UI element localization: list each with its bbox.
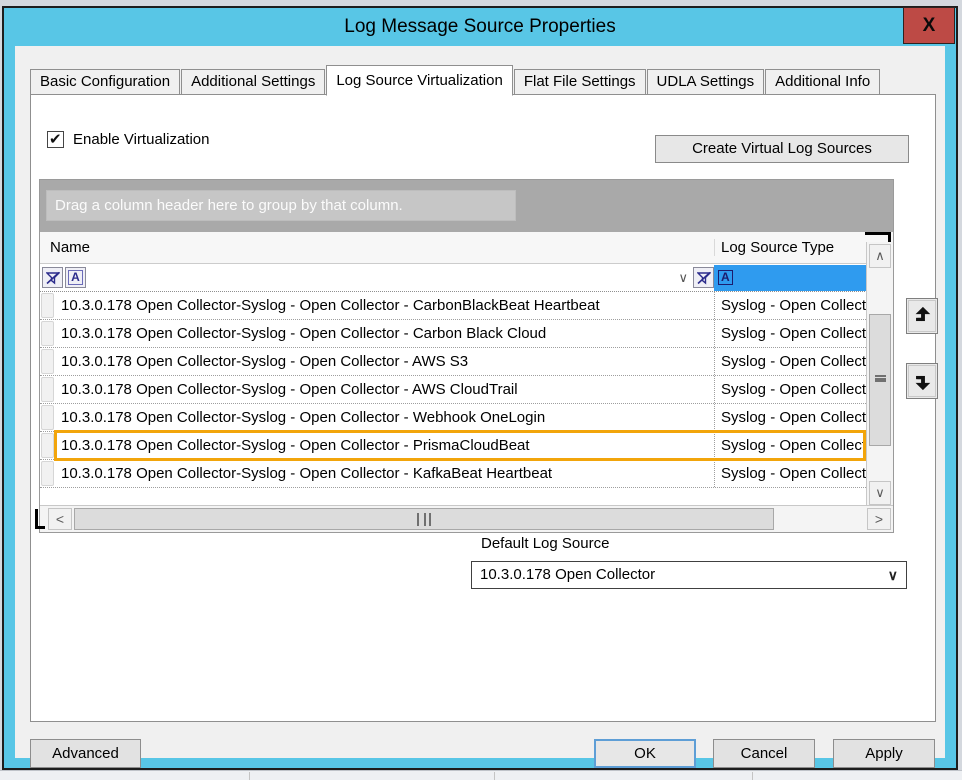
tab-additional-info[interactable]: Additional Info	[765, 69, 880, 95]
tab-basic-configuration[interactable]: Basic Configuration	[30, 69, 180, 95]
default-log-source-select[interactable]: 10.3.0.178 Open Collector ∨	[471, 561, 907, 589]
tab-strip: Basic ConfigurationAdditional SettingsLo…	[30, 64, 881, 95]
row-type-cell[interactable]: Syslog - Open Collector	[714, 404, 866, 431]
background-strip	[0, 770, 962, 780]
enable-virtualization-label: Enable Virtualization	[73, 131, 209, 148]
row-name-cell[interactable]: 10.3.0.178 Open Collector-Syslog - Open …	[55, 404, 714, 431]
row-selector[interactable]	[41, 293, 54, 318]
chevron-down-icon: ∨	[888, 562, 898, 588]
row-selector[interactable]	[41, 377, 54, 402]
column-header-name[interactable]: Name	[50, 239, 90, 256]
titlebar[interactable]: Log Message Source Properties X	[4, 8, 956, 46]
group-by-band[interactable]: Drag a column header here to group by th…	[40, 180, 893, 232]
vertical-scrollbar[interactable]: ∧ ∨	[866, 242, 893, 507]
row-selector[interactable]	[41, 349, 54, 374]
bent-arrow-down-icon	[911, 370, 933, 392]
thumb-grip	[417, 513, 431, 526]
text-filter-icon[interactable]: A	[65, 267, 86, 288]
row-type-cell[interactable]: Syslog - Open Collector	[714, 432, 866, 459]
bent-arrow-up-icon	[911, 305, 933, 327]
scroll-left-icon[interactable]: <	[48, 508, 72, 530]
row-type-cell[interactable]: Syslog - Open Collector	[714, 460, 866, 487]
table-row[interactable]: 10.3.0.178 Open Collector-Syslog - Open …	[40, 460, 866, 488]
scroll-up-icon[interactable]: ∧	[869, 244, 891, 268]
default-log-source-value: 10.3.0.178 Open Collector	[480, 566, 655, 583]
row-selector[interactable]	[41, 405, 54, 430]
scroll-corner-mark	[35, 509, 45, 529]
move-up-button[interactable]	[906, 298, 938, 334]
chevron-down-icon[interactable]: ∨	[675, 270, 691, 286]
scroll-right-icon[interactable]: >	[867, 508, 891, 530]
row-name-cell[interactable]: 10.3.0.178 Open Collector-Syslog - Open …	[55, 432, 714, 459]
filter-icon[interactable]	[42, 267, 63, 288]
ok-button[interactable]: OK	[594, 739, 696, 768]
row-selector[interactable]	[41, 321, 54, 346]
row-name-cell[interactable]: 10.3.0.178 Open Collector-Syslog - Open …	[55, 292, 714, 319]
row-type-cell[interactable]: Syslog - Open Collector	[714, 292, 866, 319]
enable-virtualization-checkbox[interactable]	[47, 131, 64, 148]
strip-divider	[249, 772, 250, 780]
grid-filter-row: A ∨ A	[40, 264, 893, 292]
table-row[interactable]: 10.3.0.178 Open Collector-Syslog - Open …	[40, 348, 866, 376]
tab-page-log-source-virtualization: Enable Virtualization Create Virtual Log…	[30, 94, 936, 722]
row-name-cell[interactable]: 10.3.0.178 Open Collector-Syslog - Open …	[55, 376, 714, 403]
header-corner-mark	[865, 232, 891, 242]
log-source-grid: Drag a column header here to group by th…	[39, 179, 894, 533]
type-filter-cell-selected[interactable]: A	[714, 265, 866, 291]
filter-icon[interactable]	[693, 267, 714, 288]
vertical-scroll-thumb[interactable]	[869, 314, 891, 446]
group-by-hint: Drag a column header here to group by th…	[46, 190, 516, 221]
tab-log-source-virtualization[interactable]: Log Source Virtualization	[326, 65, 513, 96]
a-glyph: A	[718, 270, 733, 285]
tab-udla-settings[interactable]: UDLA Settings	[647, 69, 765, 95]
enable-virtualization-row: Enable Virtualization	[47, 131, 209, 148]
table-row[interactable]: 10.3.0.178 Open Collector-Syslog - Open …	[40, 404, 866, 432]
page-title: Log Message Source Properties	[4, 16, 956, 38]
name-filter-input[interactable]	[88, 266, 675, 290]
thumb-grip	[875, 375, 886, 382]
advanced-button[interactable]: Advanced	[30, 739, 141, 768]
cancel-button[interactable]: Cancel	[713, 739, 815, 768]
table-row[interactable]: 10.3.0.178 Open Collector-Syslog - Open …	[40, 432, 866, 460]
grid-rows: 10.3.0.178 Open Collector-Syslog - Open …	[40, 292, 893, 488]
row-type-cell[interactable]: Syslog - Open Collector	[714, 348, 866, 375]
tab-additional-settings[interactable]: Additional Settings	[181, 69, 325, 95]
create-virtual-log-sources-button[interactable]: Create Virtual Log Sources	[655, 135, 909, 163]
a-glyph: A	[68, 270, 83, 285]
column-header-log-source-type[interactable]: Log Source Type	[714, 239, 868, 256]
apply-button[interactable]: Apply	[833, 739, 935, 768]
row-selector[interactable]	[41, 433, 54, 458]
table-row[interactable]: 10.3.0.178 Open Collector-Syslog - Open …	[40, 320, 866, 348]
row-selector[interactable]	[41, 461, 54, 486]
table-row[interactable]: 10.3.0.178 Open Collector-Syslog - Open …	[40, 292, 866, 320]
row-name-cell[interactable]: 10.3.0.178 Open Collector-Syslog - Open …	[55, 460, 714, 487]
close-icon[interactable]: X	[903, 7, 955, 44]
table-row[interactable]: 10.3.0.178 Open Collector-Syslog - Open …	[40, 376, 866, 404]
row-name-cell[interactable]: 10.3.0.178 Open Collector-Syslog - Open …	[55, 348, 714, 375]
row-type-cell[interactable]: Syslog - Open Collector	[714, 376, 866, 403]
dialog-window: Log Message Source Properties X Basic Co…	[2, 6, 958, 770]
default-log-source-label: Default Log Source	[481, 535, 609, 552]
strip-divider	[752, 772, 753, 780]
grid-header-row: Name Log Source Type	[40, 232, 893, 264]
horizontal-scrollbar[interactable]: < >	[40, 505, 893, 532]
move-down-button[interactable]	[906, 363, 938, 399]
horizontal-scroll-thumb[interactable]	[74, 508, 774, 530]
row-type-cell[interactable]: Syslog - Open Collector	[714, 320, 866, 347]
strip-divider	[494, 772, 495, 780]
dialog-client: Basic ConfigurationAdditional SettingsLo…	[15, 46, 945, 758]
tab-flat-file-settings[interactable]: Flat File Settings	[514, 69, 646, 95]
scroll-down-icon[interactable]: ∨	[869, 481, 891, 505]
screen: Log Message Source Properties X Basic Co…	[0, 0, 962, 780]
row-name-cell[interactable]: 10.3.0.178 Open Collector-Syslog - Open …	[55, 320, 714, 347]
